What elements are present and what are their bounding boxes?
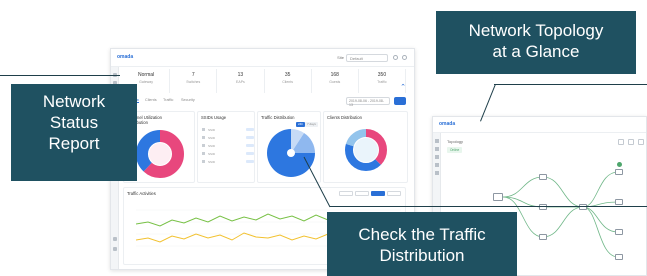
stat-clients: 35 Clients [265,69,312,93]
pie-center [287,149,295,157]
ap-node[interactable] [615,254,623,260]
stat-traffic: 350 Traffic [359,69,407,93]
network-status-report-callout: Network Status Report [11,84,137,181]
ssid-row: SSID [202,128,254,132]
dashboard-topbar: omada Site Default [111,49,414,67]
callout-line: Network Topology [468,21,604,40]
ap-node[interactable] [615,199,623,205]
filter-button[interactable] [355,191,369,196]
online-status-dot [617,162,622,167]
switch-node[interactable] [539,234,547,240]
ssids-usage-panel: SSIDs Usage SSID SSID SSID SSID SSID [197,111,255,183]
fullscreen-icon[interactable] [638,139,644,145]
zoom-out-icon[interactable] [628,139,634,145]
network-topology-callout: Network Topology at a Glance [436,11,636,74]
callout-line: Distribution [379,246,465,265]
tab-security[interactable]: Security [181,98,195,102]
router-node[interactable] [493,193,503,201]
dashboard-nav-icon[interactable] [435,139,439,143]
callout-line: at a Glance [492,42,580,61]
switch-node[interactable] [539,204,547,210]
help-nav-icon[interactable] [113,247,117,251]
clients-nav-icon[interactable] [435,155,439,159]
site-label: Site [337,55,344,60]
topology-topbar: omada [433,117,646,133]
ssid-row: SSID [202,152,254,156]
channel-donut-chart [136,130,184,178]
stat-switches: 7 Switches [170,69,218,93]
clients-donut-chart [345,129,387,171]
notification-icon[interactable] [393,55,398,60]
marketing-composite: omada Site Default Normal Gateway 7 Switch… [0,0,647,276]
gateway-node[interactable] [579,204,587,210]
stat-guests: 168 Guests [312,69,359,93]
omada-logo: omada [117,54,134,60]
apply-button[interactable] [394,97,406,105]
devices-nav-icon[interactable] [435,147,439,151]
date-range-picker[interactable]: 2019-08-06 - 2019-08-13 [346,97,390,107]
callout-line: Check the Traffic [358,225,486,244]
dashboard-tabs: Overview Clients Traffic Security 2019-0… [123,97,406,107]
ssid-row: SSID [202,144,254,148]
ssid-row: SSID [202,160,254,164]
filter-button[interactable] [339,191,353,196]
ap-node[interactable] [615,169,623,175]
traffic-connector-line [330,206,647,207]
callout-line: Network [42,92,106,111]
panel-title: SSIDs Usage [201,115,227,120]
stat-eaps: 13 EAPs [217,69,265,93]
log-nav-icon[interactable] [435,171,439,175]
topology-title: Topology [447,139,464,144]
online-legend: Online [447,147,463,153]
filter-button-active[interactable] [371,191,385,196]
panel-title: Traffic Activities [127,191,156,196]
site-select[interactable]: Default [346,54,388,62]
panel-title: Clients Distribution [327,115,362,120]
tab-clients[interactable]: Clients [145,98,157,102]
overview-panels: Channel Utilization Distribution SSIDs U… [123,111,408,183]
zoom-in-icon[interactable] [618,139,624,145]
status-connector-line [0,75,120,76]
tab-traffic[interactable]: Traffic [163,98,173,102]
topology-connector-line [494,84,647,85]
callout-line: Report [48,134,100,153]
map-nav-icon[interactable] [435,163,439,167]
filter-button[interactable] [387,191,401,196]
ap-node[interactable] [615,229,623,235]
omada-logo: omada [439,121,456,127]
clients-donut-center [354,138,378,162]
stats-strip: Normal Gateway 7 Switches 13 EAPs 35 Clients… [123,69,407,93]
traffic-distribution-callout: Check the Traffic Distribution [327,212,517,276]
panel-title: Traffic Distribution [261,115,295,120]
donut-center [149,143,171,165]
settings-nav-icon[interactable] [113,237,117,241]
switch-node[interactable] [539,174,547,180]
ssid-row: SSID [202,136,254,140]
collapse-chevron-icon[interactable]: ⌃ [400,83,406,91]
callout-line: Status [49,113,99,132]
user-icon[interactable] [402,55,407,60]
